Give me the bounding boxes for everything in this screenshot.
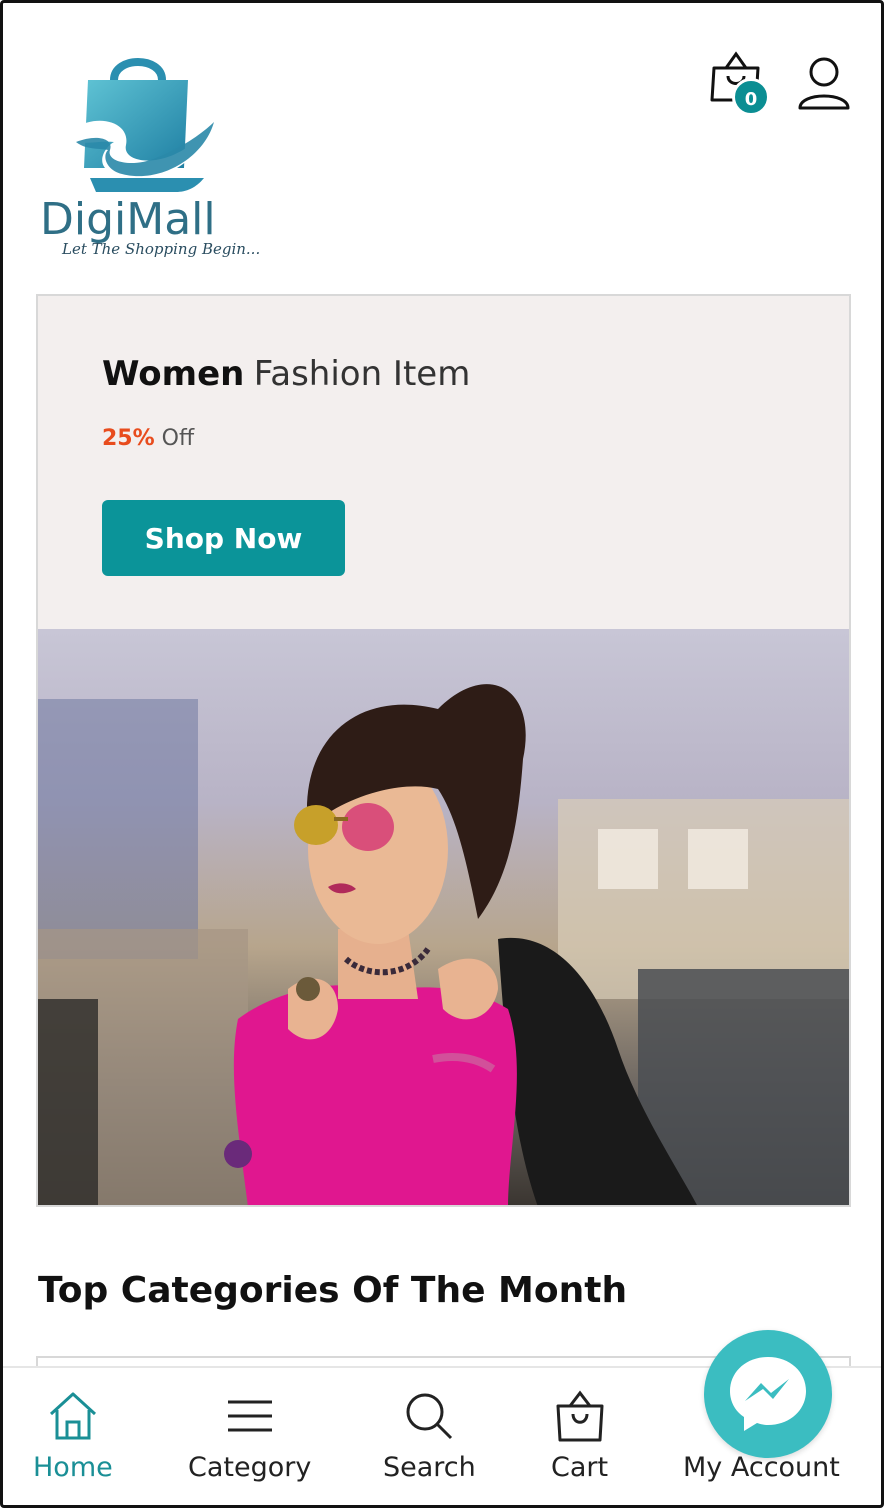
discount-suffix: Off bbox=[161, 426, 195, 451]
shop-now-button[interactable]: Shop Now bbox=[102, 500, 345, 576]
home-icon bbox=[49, 1392, 96, 1440]
cart-count-badge: 0 bbox=[732, 78, 770, 116]
user-icon bbox=[798, 57, 850, 110]
nav-cart[interactable]: Cart bbox=[551, 1388, 608, 1483]
top-categories-heading: Top Categories Of The Month bbox=[38, 1270, 628, 1311]
search-icon bbox=[406, 1393, 453, 1440]
shopping-bag-icon bbox=[556, 1390, 604, 1442]
nav-category-label: Category bbox=[188, 1452, 312, 1483]
nav-home-label: Home bbox=[33, 1452, 113, 1483]
banner-fashion-photo bbox=[38, 629, 849, 1205]
banner-title-rest: Fashion Item bbox=[253, 354, 471, 394]
menu-icon bbox=[227, 1400, 272, 1432]
fashion-model-illustration bbox=[38, 684, 849, 1205]
banner-title-bold: Women bbox=[102, 354, 245, 394]
banner-title: Women Fashion Item bbox=[102, 354, 470, 394]
nav-category[interactable]: Category bbox=[188, 1388, 311, 1483]
logo-wordmark: DigiMall bbox=[40, 194, 216, 245]
header-cart-button[interactable]: 0 bbox=[706, 50, 772, 120]
nav-search[interactable]: Search bbox=[383, 1388, 476, 1483]
discount-percent: 25% bbox=[102, 426, 155, 451]
messenger-chat-button[interactable] bbox=[704, 1330, 832, 1458]
nav-home[interactable]: Home bbox=[33, 1388, 113, 1483]
header-account-button[interactable] bbox=[796, 56, 852, 112]
banner-discount: 25% Off bbox=[102, 426, 194, 451]
digimall-logo[interactable]: DigiMall Let The Shopping Begin... bbox=[36, 50, 260, 270]
logo-tagline: Let The Shopping Begin... bbox=[62, 240, 261, 258]
shopping-bag-logo-icon bbox=[64, 58, 214, 192]
nav-search-label: Search bbox=[383, 1452, 476, 1483]
messenger-icon bbox=[730, 1357, 806, 1431]
nav-cart-label: Cart bbox=[551, 1452, 609, 1483]
promo-banner: Women Fashion Item 25% Off Shop Now bbox=[36, 294, 851, 1207]
